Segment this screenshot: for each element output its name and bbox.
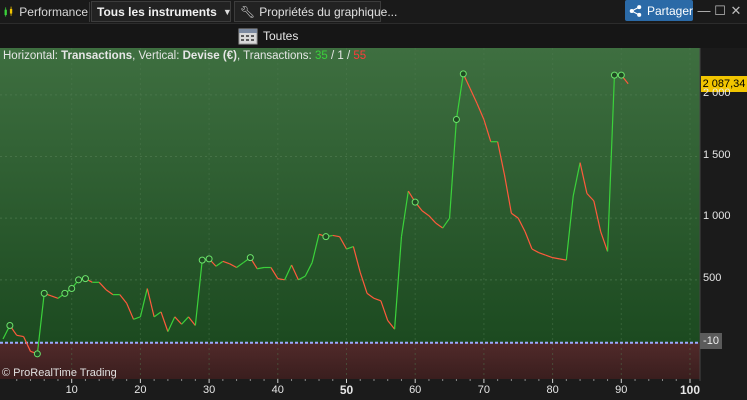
equity-marker [610,71,618,79]
x-tick-label: 90 [615,384,628,396]
x-tick-label: 20 [134,384,147,396]
x-tick-label: 80 [546,384,559,396]
equity-marker [61,289,69,297]
chart-legend: Horizontal: Transactions, Vertical: Devi… [3,50,366,62]
legend-losing-count: 55 [353,50,367,62]
legend-separator: / [343,50,354,62]
x-tick-label: 30 [202,384,216,396]
legend-vertical-prefix: , Vertical: [132,50,183,62]
x-tick-label: 50 [339,383,354,397]
equity-marker [411,198,419,206]
y-tick-label: 1 000 [703,210,731,223]
equity-marker [246,254,254,262]
copyright-text: © ProRealTime Trading [2,367,117,379]
equity-marker [75,276,83,284]
legend-vertical-value: Devise (€) [182,50,237,62]
equity-marker [33,350,41,358]
equity-marker [81,275,89,283]
equity-marker [322,233,330,241]
legend-separator: / [327,50,338,62]
x-tick-label: 70 [477,384,491,396]
equity-marker [459,70,467,78]
legend-transactions-prefix: , Transactions: [236,50,315,62]
y-tick-label: 500 [703,271,722,284]
legend-winning-count: 35 [314,50,328,62]
equity-marker [205,255,213,263]
equity-marker [68,284,76,292]
profit-zone [0,48,700,343]
breakeven-tag: -10 [700,333,722,349]
y-tick-label: 2 000 [703,86,731,99]
equity-marker [40,289,48,297]
equity-marker [6,321,14,329]
legend-horizontal-prefix: Horizontal: [3,50,62,62]
x-tick-label: 100 [679,383,701,397]
x-tick-label: 40 [271,384,284,396]
equity-marker [617,71,625,79]
legend-horizontal-value: Transactions [61,50,133,62]
equity-marker [452,116,460,124]
x-tick-label: 10 [65,384,78,396]
x-tick-label: 60 [409,384,422,396]
equity-marker [198,256,206,264]
y-tick-label: 1 500 [703,148,731,161]
